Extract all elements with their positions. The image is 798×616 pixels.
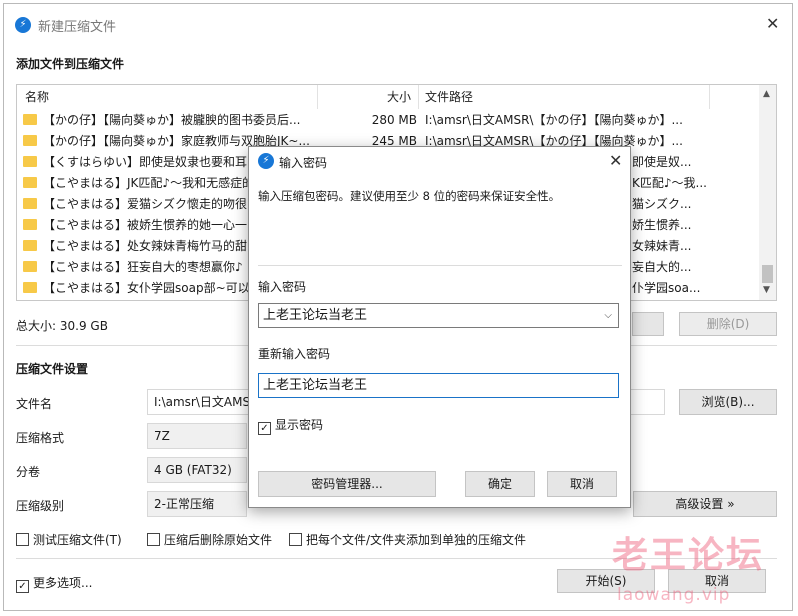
scroll-down-icon[interactable]: ▼ (763, 285, 770, 295)
add-button[interactable] (632, 312, 664, 336)
column-divider (418, 85, 419, 109)
dialog-title: 输入密码 (279, 156, 328, 170)
list-scrollbar[interactable]: ▲ ▼ (759, 85, 776, 300)
show-password-option[interactable]: ✓ 显示密码 (258, 416, 323, 435)
more-options-option[interactable]: ✓ 更多选项... (16, 574, 92, 593)
row-name: 【こやまはる】爱猫シズク懷走的吻很 (43, 197, 248, 211)
settings-heading: 压缩文件设置 (16, 362, 89, 376)
password-value: 上老王论坛当老王 (263, 308, 368, 323)
folder-icon (23, 135, 37, 146)
password-manager-button[interactable]: 密码管理器... (258, 471, 436, 497)
separate-archives-option[interactable]: 把每个文件/文件夹添加到单独的压缩文件 (289, 531, 526, 548)
checkbox-icon[interactable] (289, 533, 302, 546)
row-path: K匹配♪～我... (632, 176, 707, 190)
chevron-down-icon[interactable]: ⌵ (604, 304, 612, 327)
row-name: 【こやまはる】被娇生惯养的她一心一 (43, 218, 248, 232)
column-header-size[interactable]: 大小 (387, 85, 411, 109)
row-name: 【こやまはる】JK匹配♪～我和无感症的 (43, 176, 253, 190)
folder-icon (23, 282, 37, 293)
level-select[interactable]: 2-正常压缩 (147, 491, 247, 517)
add-files-heading: 添加文件到压缩文件 (16, 57, 125, 71)
row-path: I:\amsr\日文AMSR\【かの仔】【陽向葵ゅか】... (425, 113, 683, 127)
reenter-label: 重新输入密码 (258, 347, 331, 361)
row-name: 【こやまはる】处女辣妹青梅竹马的甜 (43, 239, 248, 253)
window-title: 新建压缩文件 (38, 20, 117, 35)
scroll-thumb[interactable] (762, 265, 773, 283)
dialog-description: 输入压缩包密码。建议使用至少 8 位的密码来保证安全性。 (258, 189, 561, 203)
row-size: 280 MB (371, 113, 417, 127)
reenter-password-input[interactable]: 上老王论坛当老王 (258, 373, 619, 398)
dialog-divider (258, 265, 622, 266)
folder-icon (23, 240, 37, 251)
password-dialog: ⚡ 输入密码 ✕ 输入压缩包密码。建议使用至少 8 位的密码来保证安全性。 输入… (248, 146, 631, 508)
folder-icon (23, 198, 37, 209)
more-options-label: 更多选项... (33, 576, 93, 590)
delete-after-label: 压缩后删除原始文件 (164, 533, 273, 547)
password-label: 输入密码 (258, 280, 307, 294)
reenter-password-value: 上老王论坛当老王 (263, 378, 368, 393)
column-header-name[interactable]: 名称 (25, 85, 49, 109)
column-header-path[interactable]: 文件路径 (425, 85, 473, 109)
scroll-up-icon[interactable]: ▲ (763, 89, 770, 99)
row-path: 即使是奴... (632, 155, 692, 169)
column-divider (317, 85, 318, 109)
separate-archives-label: 把每个文件/文件夹添加到单独的压缩文件 (306, 533, 527, 547)
checkbox-icon[interactable] (16, 533, 29, 546)
delete-after-option[interactable]: 压缩后删除原始文件 (147, 531, 272, 548)
split-select[interactable]: 4 GB (FAT32) (147, 457, 247, 483)
filename-label: 文件名 (16, 397, 53, 411)
row-path: 女辣妹青... (632, 239, 692, 253)
folder-icon (23, 114, 37, 125)
checkbox-icon[interactable] (147, 533, 160, 546)
window-close-icon[interactable]: ✕ (766, 14, 779, 33)
checkbox-checked-icon[interactable]: ✓ (258, 422, 271, 435)
format-label: 压缩格式 (16, 431, 65, 445)
app-logo-icon: ⚡ (15, 17, 31, 33)
test-archive-option[interactable]: 测试压缩文件(T) (16, 531, 122, 548)
folder-icon (23, 261, 37, 272)
table-row[interactable]: 【かの仔】【陽向葵ゅか】被朧腴的图书委员后... 280 MB I:\amsr\… (17, 110, 757, 131)
row-path: 娇生惯养... (632, 218, 692, 232)
delete-button[interactable]: 删除(D) (679, 312, 777, 336)
checkbox-checked-icon[interactable]: ✓ (16, 580, 29, 593)
dialog-close-icon[interactable]: ✕ (609, 151, 622, 170)
browse-button[interactable]: 浏览(B)... (679, 389, 777, 415)
row-name: 【かの仔】【陽向葵ゅか】被朧腴的图书委员后... (43, 113, 301, 127)
format-select[interactable]: 7Z (147, 423, 247, 449)
row-path: 妄自大的... (632, 260, 692, 274)
test-archive-label: 测试压缩文件(T) (33, 533, 122, 547)
row-name: 【くすはらゆい】即使是奴隶也要和耳 (43, 155, 248, 169)
password-input[interactable]: 上老王论坛当老王 ⌵ (258, 303, 619, 328)
show-password-label: 显示密码 (275, 418, 324, 432)
column-divider (709, 85, 710, 109)
folder-icon (23, 177, 37, 188)
row-name: 【こやまはる】女仆学园soap部~可以 (43, 281, 250, 295)
row-path: 猫シズク... (632, 197, 692, 211)
dialog-ok-button[interactable]: 确定 (465, 471, 535, 497)
folder-icon (23, 156, 37, 167)
dialog-app-icon: ⚡ (258, 153, 274, 169)
row-name: 【こやまはる】狂妄自大的枣想赢你♪ (43, 260, 243, 274)
advanced-settings-button[interactable]: 高级设置 » (633, 491, 777, 517)
dialog-cancel-button[interactable]: 取消 (547, 471, 617, 497)
watermark-logo: 老王论坛 (612, 535, 765, 576)
level-label: 压缩级别 (16, 499, 65, 513)
row-path: 仆学园soa... (632, 281, 701, 295)
total-size: 总大小: 30.9 GB (16, 319, 108, 333)
watermark-url: laowang.vip (617, 585, 731, 605)
split-label: 分卷 (16, 465, 41, 479)
folder-icon (23, 219, 37, 230)
